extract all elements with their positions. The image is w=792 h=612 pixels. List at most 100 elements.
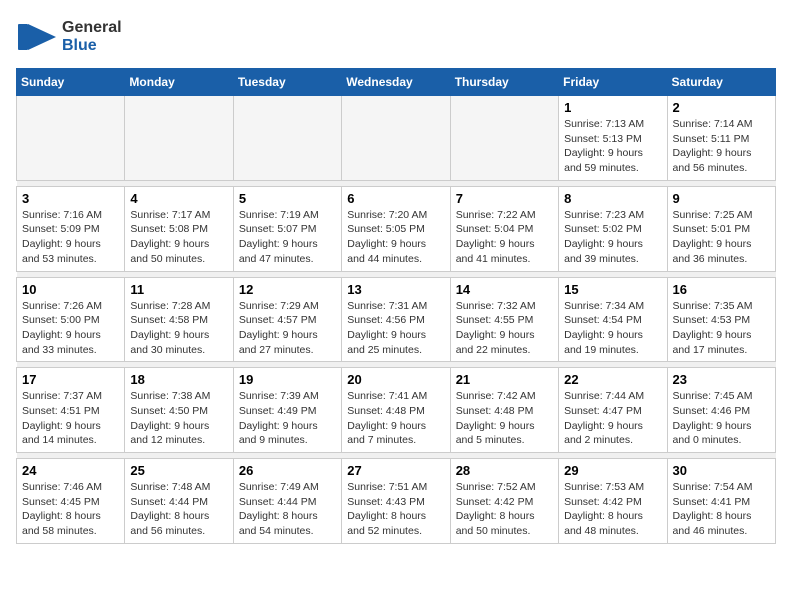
day-number: 1 (564, 100, 661, 115)
logo-icon (16, 16, 58, 58)
calendar-week-2: 3 Sunrise: 7:16 AM Sunset: 5:09 PM Daylig… (17, 186, 776, 271)
logo-general-text: General (62, 19, 122, 37)
day-info: Sunrise: 7:31 AM Sunset: 4:56 PM Dayligh… (347, 299, 444, 358)
day-number: 2 (673, 100, 770, 115)
calendar-cell: 15 Sunrise: 7:34 AM Sunset: 4:54 PM Dayli… (559, 277, 667, 362)
calendar-week-1: 1 Sunrise: 7:13 AM Sunset: 5:13 PM Daylig… (17, 96, 776, 181)
day-number: 10 (22, 282, 119, 297)
calendar-cell: 10 Sunrise: 7:26 AM Sunset: 5:00 PM Dayli… (17, 277, 125, 362)
day-number: 13 (347, 282, 444, 297)
day-number: 19 (239, 372, 336, 387)
calendar-cell: 9 Sunrise: 7:25 AM Sunset: 5:01 PM Daylig… (667, 186, 775, 271)
day-info: Sunrise: 7:13 AM Sunset: 5:13 PM Dayligh… (564, 117, 661, 176)
day-info: Sunrise: 7:19 AM Sunset: 5:07 PM Dayligh… (239, 208, 336, 267)
day-number: 16 (673, 282, 770, 297)
calendar: SundayMondayTuesdayWednesdayThursdayFrid… (16, 68, 776, 544)
day-info: Sunrise: 7:49 AM Sunset: 4:44 PM Dayligh… (239, 480, 336, 539)
calendar-cell: 22 Sunrise: 7:44 AM Sunset: 4:47 PM Dayli… (559, 368, 667, 453)
logo: General Blue (16, 16, 122, 58)
day-number: 4 (130, 191, 227, 206)
calendar-header-row: SundayMondayTuesdayWednesdayThursdayFrid… (17, 69, 776, 96)
header-day-monday: Monday (125, 69, 233, 96)
calendar-week-5: 24 Sunrise: 7:46 AM Sunset: 4:45 PM Dayli… (17, 459, 776, 544)
calendar-cell: 13 Sunrise: 7:31 AM Sunset: 4:56 PM Dayli… (342, 277, 450, 362)
calendar-cell: 8Sunrise: 7:23 AM Sunset: 5:02 PM Daylig… (559, 186, 667, 271)
day-info: Sunrise: 7:37 AM Sunset: 4:51 PM Dayligh… (22, 389, 119, 448)
day-info: Sunrise: 7:20 AM Sunset: 5:05 PM Dayligh… (347, 208, 444, 267)
day-number: 9 (673, 191, 770, 206)
day-info: Sunrise: 7:53 AM Sunset: 4:42 PM Dayligh… (564, 480, 661, 539)
day-info: Sunrise: 7:51 AM Sunset: 4:43 PM Dayligh… (347, 480, 444, 539)
calendar-cell: 19 Sunrise: 7:39 AM Sunset: 4:49 PM Dayli… (233, 368, 341, 453)
day-number: 15 (564, 282, 661, 297)
day-number: 11 (130, 282, 227, 297)
day-info: Sunrise: 7:52 AM Sunset: 4:42 PM Dayligh… (456, 480, 553, 539)
day-info: Sunrise: 7:54 AM Sunset: 4:41 PM Dayligh… (673, 480, 770, 539)
day-info: Sunrise: 7:22 AM Sunset: 5:04 PM Dayligh… (456, 208, 553, 267)
day-number: 27 (347, 463, 444, 478)
calendar-cell: 29 Sunrise: 7:53 AM Sunset: 4:42 PM Dayli… (559, 459, 667, 544)
day-info: Sunrise: 7:26 AM Sunset: 5:00 PM Dayligh… (22, 299, 119, 358)
calendar-cell: 1 Sunrise: 7:13 AM Sunset: 5:13 PM Daylig… (559, 96, 667, 181)
day-info: Sunrise: 7:44 AM Sunset: 4:47 PM Dayligh… (564, 389, 661, 448)
day-number: 18 (130, 372, 227, 387)
day-info: Sunrise: 7:39 AM Sunset: 4:49 PM Dayligh… (239, 389, 336, 448)
day-info: Sunrise: 7:35 AM Sunset: 4:53 PM Dayligh… (673, 299, 770, 358)
day-info: Sunrise: 7:28 AM Sunset: 4:58 PM Dayligh… (130, 299, 227, 358)
day-info: Sunrise: 7:38 AM Sunset: 4:50 PM Dayligh… (130, 389, 227, 448)
day-number: 24 (22, 463, 119, 478)
calendar-cell: 4Sunrise: 7:17 AM Sunset: 5:08 PM Daylig… (125, 186, 233, 271)
day-number: 12 (239, 282, 336, 297)
calendar-cell: 20Sunrise: 7:41 AM Sunset: 4:48 PM Dayli… (342, 368, 450, 453)
calendar-cell (450, 96, 558, 181)
day-number: 21 (456, 372, 553, 387)
day-info: Sunrise: 7:48 AM Sunset: 4:44 PM Dayligh… (130, 480, 227, 539)
calendar-cell: 6Sunrise: 7:20 AM Sunset: 5:05 PM Daylig… (342, 186, 450, 271)
day-number: 26 (239, 463, 336, 478)
day-number: 25 (130, 463, 227, 478)
day-info: Sunrise: 7:29 AM Sunset: 4:57 PM Dayligh… (239, 299, 336, 358)
logo-blue-text: Blue (62, 37, 122, 55)
day-number: 28 (456, 463, 553, 478)
header-day-sunday: Sunday (17, 69, 125, 96)
calendar-cell (125, 96, 233, 181)
header-day-friday: Friday (559, 69, 667, 96)
day-number: 5 (239, 191, 336, 206)
day-info: Sunrise: 7:34 AM Sunset: 4:54 PM Dayligh… (564, 299, 661, 358)
day-number: 22 (564, 372, 661, 387)
calendar-cell: 16 Sunrise: 7:35 AM Sunset: 4:53 PM Dayli… (667, 277, 775, 362)
day-info: Sunrise: 7:16 AM Sunset: 5:09 PM Dayligh… (22, 208, 119, 267)
calendar-cell: 5 Sunrise: 7:19 AM Sunset: 5:07 PM Daylig… (233, 186, 341, 271)
calendar-cell: 12 Sunrise: 7:29 AM Sunset: 4:57 PM Dayli… (233, 277, 341, 362)
calendar-cell: 11 Sunrise: 7:28 AM Sunset: 4:58 PM Dayli… (125, 277, 233, 362)
day-info: Sunrise: 7:25 AM Sunset: 5:01 PM Dayligh… (673, 208, 770, 267)
day-info: Sunrise: 7:41 AM Sunset: 4:48 PM Dayligh… (347, 389, 444, 448)
calendar-cell: 28 Sunrise: 7:52 AM Sunset: 4:42 PM Dayli… (450, 459, 558, 544)
calendar-cell (17, 96, 125, 181)
header: General Blue (16, 16, 776, 58)
day-number: 8 (564, 191, 661, 206)
calendar-cell: 7Sunrise: 7:22 AM Sunset: 5:04 PM Daylig… (450, 186, 558, 271)
day-info: Sunrise: 7:46 AM Sunset: 4:45 PM Dayligh… (22, 480, 119, 539)
calendar-cell: 21 Sunrise: 7:42 AM Sunset: 4:48 PM Dayli… (450, 368, 558, 453)
calendar-cell (233, 96, 341, 181)
calendar-cell: 3 Sunrise: 7:16 AM Sunset: 5:09 PM Daylig… (17, 186, 125, 271)
calendar-cell: 18 Sunrise: 7:38 AM Sunset: 4:50 PM Dayli… (125, 368, 233, 453)
calendar-cell: 23Sunrise: 7:45 AM Sunset: 4:46 PM Dayli… (667, 368, 775, 453)
day-info: Sunrise: 7:32 AM Sunset: 4:55 PM Dayligh… (456, 299, 553, 358)
day-number: 30 (673, 463, 770, 478)
day-number: 17 (22, 372, 119, 387)
day-number: 3 (22, 191, 119, 206)
calendar-cell: 25 Sunrise: 7:48 AM Sunset: 4:44 PM Dayli… (125, 459, 233, 544)
calendar-cell (342, 96, 450, 181)
calendar-cell: 30 Sunrise: 7:54 AM Sunset: 4:41 PM Dayli… (667, 459, 775, 544)
header-day-tuesday: Tuesday (233, 69, 341, 96)
day-info: Sunrise: 7:45 AM Sunset: 4:46 PM Dayligh… (673, 389, 770, 448)
day-info: Sunrise: 7:42 AM Sunset: 4:48 PM Dayligh… (456, 389, 553, 448)
calendar-cell: 17 Sunrise: 7:37 AM Sunset: 4:51 PM Dayli… (17, 368, 125, 453)
day-number: 29 (564, 463, 661, 478)
header-day-saturday: Saturday (667, 69, 775, 96)
calendar-week-3: 10 Sunrise: 7:26 AM Sunset: 5:00 PM Dayli… (17, 277, 776, 362)
day-info: Sunrise: 7:14 AM Sunset: 5:11 PM Dayligh… (673, 117, 770, 176)
header-day-wednesday: Wednesday (342, 69, 450, 96)
